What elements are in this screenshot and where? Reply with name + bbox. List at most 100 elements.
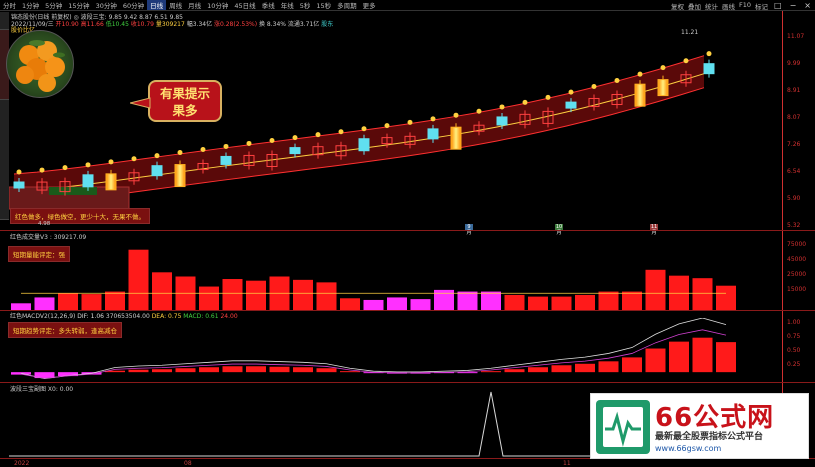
y-tick-label: 11.07 <box>787 33 805 40</box>
candle-body <box>105 173 117 191</box>
macd-bar <box>598 361 619 373</box>
macd-y-axis: 1.00 0.75 0.50 0.25 <box>782 311 815 382</box>
volume-bar <box>481 291 501 310</box>
toolbar-button[interactable]: 画线 <box>720 1 737 11</box>
volume-bar <box>152 272 172 310</box>
macd-chart[interactable] <box>9 318 782 382</box>
y-tick-label: 25000 <box>787 271 807 278</box>
volume-bar <box>128 249 149 310</box>
side-tab-1[interactable] <box>0 12 9 30</box>
period-tab[interactable]: 周线 <box>166 0 185 10</box>
period-tab[interactable]: 10分钟 <box>204 0 231 10</box>
period-tab[interactable]: 30分钟 <box>93 0 120 10</box>
side-tab-3[interactable] <box>0 100 9 220</box>
restore-icon[interactable]: □ <box>770 1 786 10</box>
signal-dot <box>660 65 666 71</box>
volume-bar <box>11 303 31 310</box>
macd-bar <box>316 368 337 373</box>
candle-body <box>657 79 669 97</box>
period-tab[interactable]: 60分钟 <box>120 0 147 10</box>
volume-bar <box>457 291 478 310</box>
y-tick-label: 8.07 <box>787 114 801 121</box>
period-tab[interactable]: 多周期 <box>334 0 360 10</box>
volume-bar <box>504 294 525 310</box>
candle-body <box>289 147 301 155</box>
signal-dot <box>154 153 160 159</box>
period-tab[interactable]: 月线 <box>185 0 204 10</box>
signal-dot <box>108 159 114 165</box>
y-tick-label: 9.99 <box>787 60 801 67</box>
macd-bar <box>269 366 290 373</box>
volume-bar <box>316 282 337 310</box>
period-tab[interactable]: 1分钟 <box>19 0 42 10</box>
signal-dot <box>430 116 436 122</box>
period-tab[interactable]: 15秒 <box>313 0 334 10</box>
volume-bar <box>528 296 548 310</box>
y-tick-label: 1.00 <box>787 319 801 326</box>
signal-dot <box>453 112 459 118</box>
signal-dot <box>706 51 712 57</box>
macd-bar <box>622 357 642 373</box>
toolbar-button[interactable]: 统计 <box>703 1 720 11</box>
volume-bar <box>363 299 384 310</box>
oranges-icon <box>16 40 65 92</box>
macd-bar <box>692 337 713 373</box>
callout-line1: 有果提示 <box>159 86 210 101</box>
macd-bar <box>504 369 525 373</box>
period-tab[interactable]: 15分钟 <box>65 0 92 10</box>
toolbar-button[interactable]: 标记 <box>753 1 770 11</box>
candlestick-chart[interactable]: 11.21 <box>9 22 782 230</box>
signal-dot <box>637 71 643 77</box>
period-tab[interactable]: 日线 <box>147 0 167 10</box>
y-tick-label: 0.75 <box>787 333 801 340</box>
macd-bar <box>669 341 689 373</box>
toolbar-button[interactable]: 叠加 <box>686 1 703 11</box>
period-toolbar: 分时 1分钟 5分钟 15分钟 30分钟 60分钟 日线 周线 月线 10分钟 45日线 季线 年线 5秒… <box>0 0 815 11</box>
macd-bar <box>340 371 360 373</box>
main-info-sub: 4.98 <box>38 221 51 227</box>
volume-chart[interactable] <box>9 239 782 310</box>
y-tick-label: 7.26 <box>787 141 801 148</box>
signal-dot <box>292 135 298 141</box>
period-tab[interactable]: 分时 <box>0 0 19 10</box>
date-label-mid: 08 <box>184 460 192 467</box>
signal-dot <box>499 104 505 110</box>
y-tick-label: 0.25 <box>787 361 801 368</box>
signal-dot <box>131 156 137 162</box>
toolbar-button[interactable]: F10 <box>737 1 753 11</box>
toolbar-button[interactable]: 复权 <box>669 1 686 11</box>
signal-dot <box>39 167 45 173</box>
macd-bar <box>175 368 196 373</box>
period-tab[interactable]: 季线 <box>259 0 278 10</box>
y-tick-label: 45000 <box>787 256 807 263</box>
period-tab[interactable]: 年线 <box>278 0 297 10</box>
base-zone-green <box>49 187 97 195</box>
date-axis: 2022 08 11 <box>0 458 815 467</box>
divider-3 <box>0 382 815 383</box>
period-tab[interactable]: 5秒 <box>297 0 314 10</box>
volume-bar <box>34 297 55 310</box>
close-icon[interactable]: × <box>800 1 815 10</box>
volume-bar <box>716 285 736 310</box>
minimize-icon[interactable]: − <box>786 1 801 10</box>
period-tab[interactable]: 45日线 <box>231 0 258 10</box>
callout-bubble: 有果提示 果多 <box>148 80 222 122</box>
date-label-end: 11 <box>563 460 571 467</box>
volume-bar <box>622 291 642 310</box>
period-tab[interactable]: 5分钟 <box>42 0 65 10</box>
signal-dot <box>200 146 206 152</box>
candle-body <box>450 126 462 150</box>
volume-bar <box>645 269 666 310</box>
candle-body <box>496 116 508 126</box>
macd-bar <box>222 366 243 373</box>
macd-bar <box>551 365 572 373</box>
macd-bar <box>199 367 219 373</box>
macd-bar <box>128 369 149 373</box>
period-tab[interactable]: 更多 <box>360 0 379 10</box>
dif-line <box>20 318 727 379</box>
divider-1 <box>0 230 815 231</box>
66gsw-logo-icon <box>596 400 650 454</box>
main-info-box: 红色做多，绿色做空，更少十大，无果不做。 <box>10 208 150 224</box>
y-tick-label: 6.54 <box>787 168 801 175</box>
signal-dot <box>177 150 183 156</box>
